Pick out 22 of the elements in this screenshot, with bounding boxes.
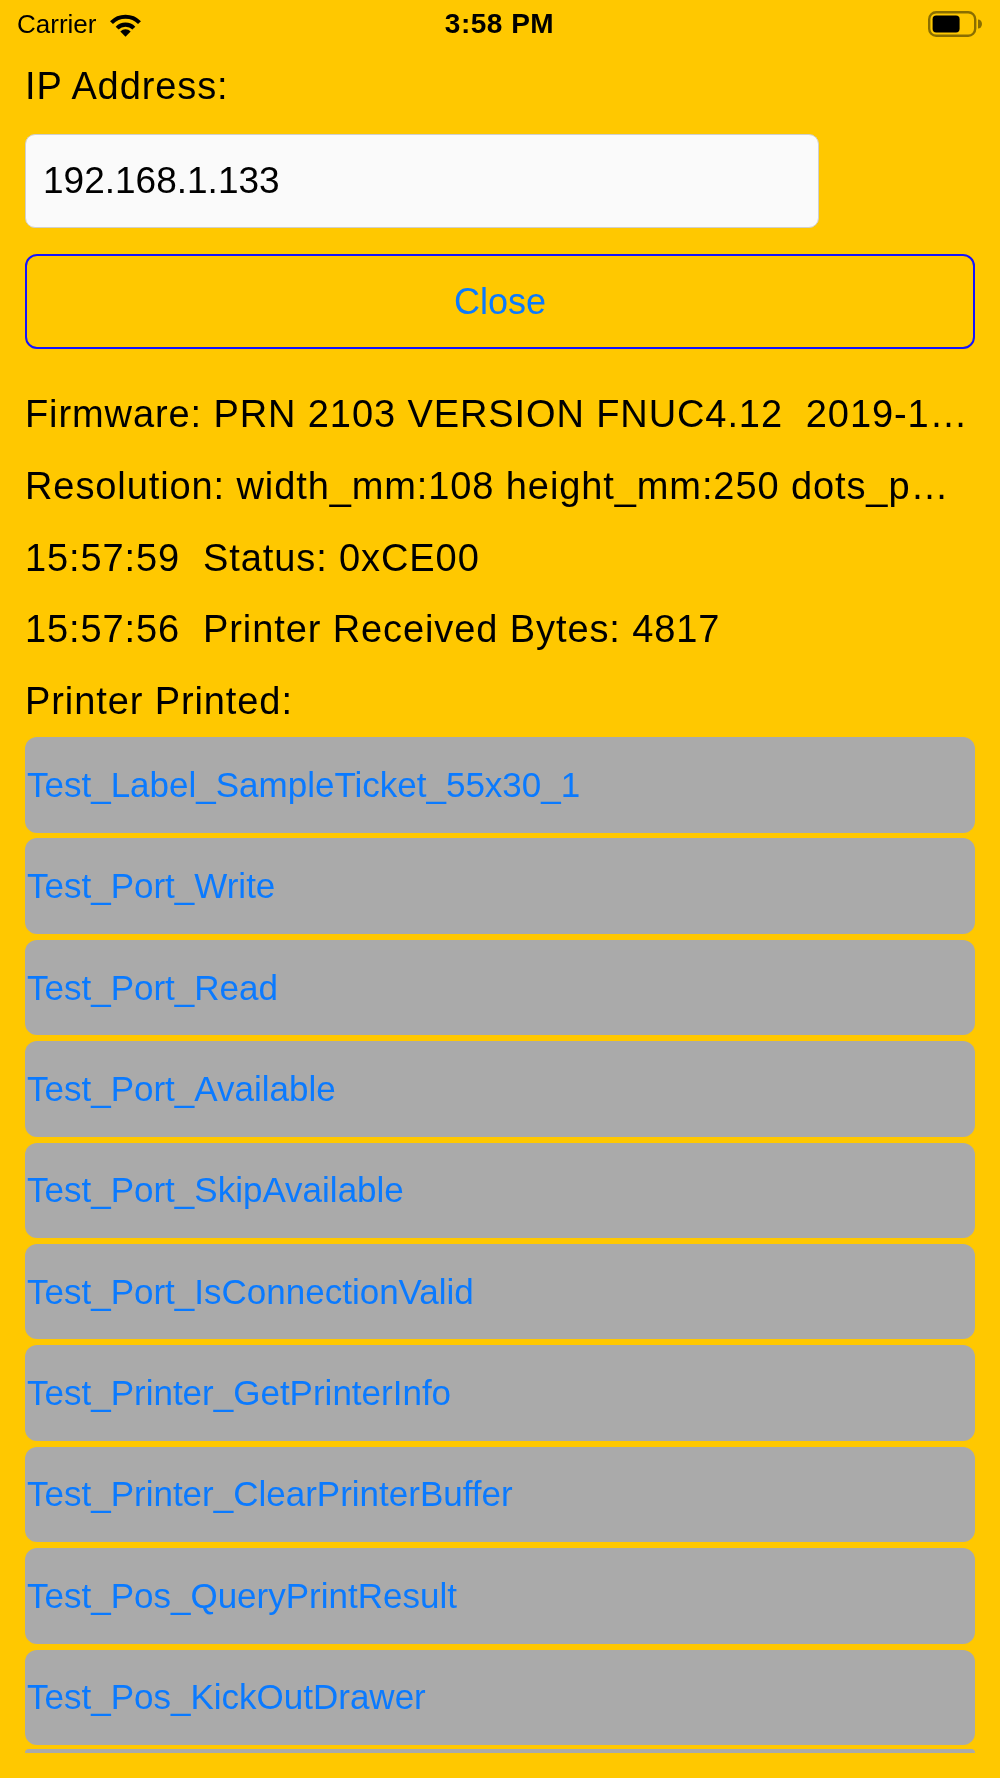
printed-list-label: Printer Printed:	[25, 679, 293, 724]
test-button[interactable]: Test_Port_Available	[25, 1041, 975, 1137]
received-bytes-text: 15:57:56 Printer Received Bytes: 4817	[25, 607, 721, 653]
resolution-text: Resolution: width_mm:108 height_mm:250 dots_p…	[25, 463, 950, 509]
status-time: 3:58 PM	[444, 8, 555, 40]
battery-icon	[928, 11, 982, 37]
test-button[interactable]: Test_Port_IsConnectionValid	[25, 1243, 975, 1340]
test-button[interactable]: Test_Port_Read	[25, 939, 975, 1036]
ip-address-label: IP Address:	[25, 64, 229, 109]
status-text: 15:57:59 Status: 0xCE00	[25, 535, 480, 581]
test-button[interactable]: Test_Printer_GetPrinterInfo	[25, 1345, 975, 1441]
test-button[interactable]: Test_Pos_KickOutDrawer	[25, 1649, 975, 1745]
test-button[interactable]: Test_Port_Write	[25, 838, 975, 934]
partial-test-button[interactable]	[25, 1748, 975, 1753]
close-button[interactable]: Close	[25, 254, 975, 349]
test-button[interactable]: Test_Printer_ClearPrinterBuffer	[25, 1446, 975, 1543]
firmware-text: Firmware: PRN 2103 VERSION FNUC4.12 2019-1…	[25, 392, 969, 437]
carrier-label: Carrier	[17, 8, 97, 40]
test-button[interactable]: Test_Port_SkipAvailable	[25, 1142, 975, 1239]
ip-address-field[interactable]: 192.168.1.133	[25, 134, 819, 228]
test-button[interactable]: Test_Pos_QueryPrintResult	[25, 1548, 975, 1644]
test-button[interactable]: Test_Label_SampleTicket_55x30_1	[25, 737, 975, 833]
